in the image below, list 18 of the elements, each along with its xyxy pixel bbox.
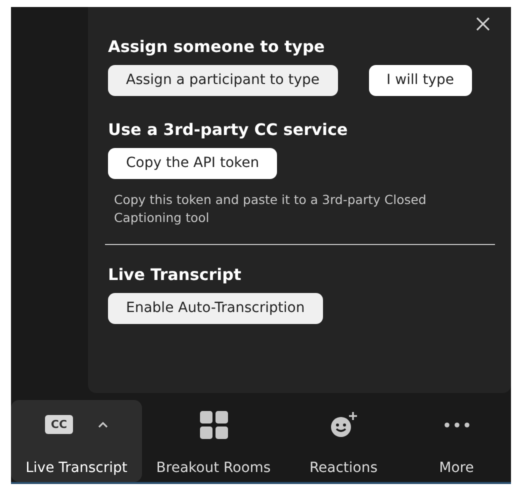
- smiley-plus-icon: [330, 410, 358, 439]
- grid-icon: [200, 410, 228, 439]
- cc-icon: CC: [44, 415, 74, 434]
- toolbar-button[interactable]: CC Live Transcript: [11, 400, 142, 482]
- option-button[interactable]: Assign a participant to type: [108, 65, 338, 96]
- option-button[interactable]: Enable Auto-Transcription: [108, 293, 323, 324]
- more-icon: [444, 422, 470, 428]
- close-icon[interactable]: [476, 17, 490, 31]
- option-button[interactable]: I will type: [368, 65, 472, 96]
- toolbar-button[interactable]: Reactions: [285, 400, 402, 482]
- description-text: Copy this token and paste it to a 3rd-party Closed Captioning tool: [114, 191, 428, 227]
- caret-icon[interactable]: [98, 422, 108, 428]
- option-button[interactable]: Copy the API token: [108, 148, 278, 179]
- section-heading: Use a 3rd-party CC service: [108, 120, 349, 139]
- section-heading: Live Transcript: [108, 265, 242, 284]
- toolbar-button[interactable]: Breakout Rooms: [142, 400, 285, 482]
- toolbar-button[interactable]: More: [402, 400, 511, 482]
- section-heading: Assign someone to type: [108, 37, 326, 56]
